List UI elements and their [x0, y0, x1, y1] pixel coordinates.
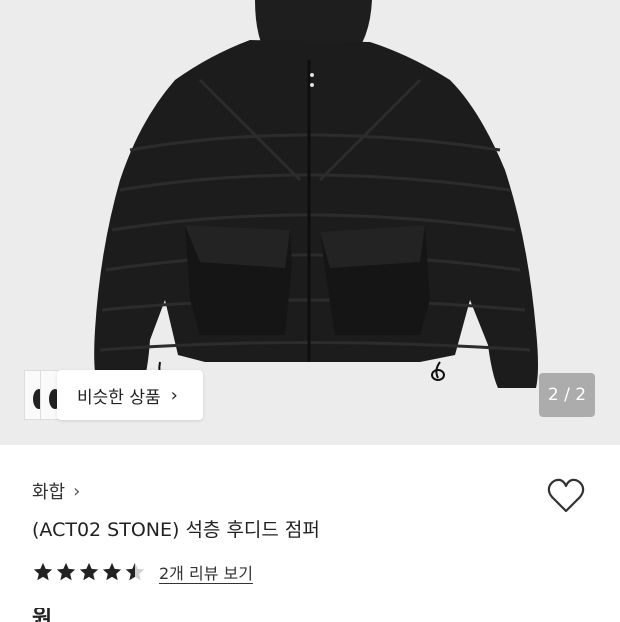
star-rating: [32, 561, 147, 583]
similar-products-label: 비슷한 상품: [77, 387, 161, 408]
product-title: (ACT02 STONE) 석층 후디드 점퍼: [32, 519, 320, 541]
chevron-right-icon: ›: [73, 480, 81, 502]
star-icon: [33, 562, 53, 581]
reviews-link[interactable]: 2개 리뷰 보기: [159, 560, 253, 584]
similar-products-button[interactable]: 비슷한 상품 ›: [24, 370, 203, 420]
half-star-icon: [125, 562, 145, 581]
star-icon: [79, 562, 99, 581]
star-icon: [56, 562, 76, 581]
brand-name: 화합: [32, 482, 66, 503]
rating-row: 2개 리뷰 보기: [32, 560, 253, 584]
brand-link[interactable]: 화합 ›: [32, 478, 80, 504]
image-counter: 2 / 2: [539, 373, 595, 417]
chevron-right-icon: ›: [170, 384, 178, 406]
heart-icon[interactable]: [546, 478, 586, 514]
star-icon: [102, 562, 122, 581]
product-image-gallery[interactable]: 비슷한 상품 › 2 / 2: [0, 0, 620, 445]
similar-products-pill[interactable]: 비슷한 상품 ›: [57, 370, 203, 420]
